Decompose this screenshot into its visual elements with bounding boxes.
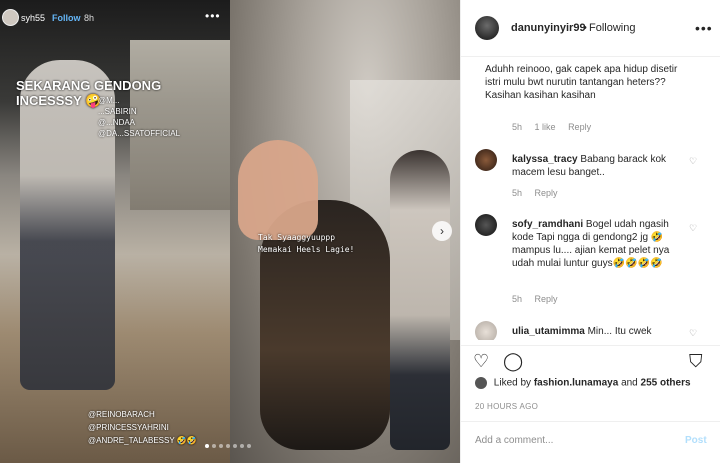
author-username[interactable]: danunyinyir99 <box>511 22 586 34</box>
hand-figure <box>238 140 318 240</box>
story-screenshot-left: syh55 Follow 8h ••• SEKARANG GENDONG INC… <box>0 0 230 463</box>
story-time: 8h <box>84 13 95 23</box>
comment-meta: 5h 1 like Reply <box>512 122 601 132</box>
story-avatar[interactable] <box>2 9 19 26</box>
comment-username[interactable]: kalyssa_tracy <box>512 154 578 165</box>
story-tag: ...SABIRIN <box>98 107 137 116</box>
carousel-dot <box>247 444 251 448</box>
post-time-ago: 20 HOURS AGO <box>475 402 539 411</box>
carousel-dot <box>205 444 209 448</box>
post-header: danunyinyir99 • Following ••• <box>461 0 720 57</box>
carousel-dot <box>240 444 244 448</box>
comment-meta: 5h Reply <box>512 188 568 198</box>
carousel-dot <box>212 444 216 448</box>
more-options-icon[interactable]: ••• <box>695 20 713 36</box>
comment-heart-icon[interactable]: ♡ <box>689 328 697 339</box>
likes-summary: Liked by fashion.lunamaya and 255 others <box>475 377 691 389</box>
comment-username[interactable]: ulia_utamimma <box>512 326 585 337</box>
add-comment-input[interactable]: Add a comment... <box>475 435 553 446</box>
right-caption-line: Memakai Heels Lagie! <box>258 245 355 254</box>
carousel-dot <box>233 444 237 448</box>
story-tag: @DA...SSATOFFICIAL <box>98 129 181 138</box>
story-follow-link[interactable]: Follow <box>52 13 81 23</box>
post-media[interactable]: syh55 Follow 8h ••• SEKARANG GENDONG INC… <box>0 0 460 463</box>
post-comment-button[interactable]: Post <box>685 435 707 446</box>
avatar[interactable] <box>475 214 497 236</box>
story-bottom-tags: @REINOBARACH @PRINCESSYAHRINI @ANDRE_TAL… <box>88 408 230 447</box>
comment-text: ulia_utamimma Min... Itu cwek <box>512 325 682 338</box>
liker-avatar[interactable] <box>475 377 487 389</box>
story-tag: @M... <box>98 96 120 105</box>
story-username[interactable]: syh55 <box>21 13 45 23</box>
comment-text: Aduhh reinooo, gak capek apa hidup diset… <box>485 64 678 101</box>
carousel-dot <box>226 444 230 448</box>
add-comment-bar: Add a comment... Post <box>461 421 720 464</box>
save-bookmark-icon[interactable]: ⛉ <box>689 351 703 372</box>
comment-time: 5h <box>512 188 523 198</box>
story-tag: @...NDAA <box>98 118 136 127</box>
comment-heart-icon[interactable]: ♡ <box>689 223 697 234</box>
story-bottom-tag: @REINOBARACH @PRINCESSYAHRINI <box>88 410 169 432</box>
comments-list[interactable]: Aduhh reinooo, gak capek apa hidup diset… <box>461 57 720 340</box>
story-topbar: syh55 Follow 8h ••• <box>0 0 230 34</box>
walking-man-figure <box>390 150 450 450</box>
comment-likes[interactable]: 1 like <box>535 122 556 132</box>
comment-username[interactable]: sofy_ramdhani <box>512 219 583 230</box>
story-more-icon[interactable]: ••• <box>205 9 221 23</box>
story-tags: @M... ...SABIRIN @...NDAA @DA...SSATOFFI… <box>98 95 228 139</box>
comment-time: 5h <box>512 294 523 304</box>
carousel-dot <box>219 444 223 448</box>
comment-meta: 5h Reply <box>512 294 568 304</box>
liker-username[interactable]: fashion.lunamaya <box>534 378 618 389</box>
avatar[interactable] <box>475 149 497 171</box>
avatar[interactable] <box>475 321 497 340</box>
comment-reply[interactable]: Reply <box>535 188 558 198</box>
comment-text: sofy_ramdhani Bogel udah ngasih kode Tap… <box>512 218 684 270</box>
likes-and: and <box>621 377 638 389</box>
comment-time: 5h <box>512 122 523 132</box>
likes-prefix: Liked by <box>493 377 532 389</box>
right-caption: Tak Syaaggyuuppp Memakai Heels Lagie! <box>258 232 354 256</box>
carousel-dots <box>205 444 251 448</box>
comment-reply[interactable]: Reply <box>535 294 558 304</box>
right-caption-line: Tak Syaaggyuuppp <box>258 233 336 242</box>
post-sidebar: danunyinyir99 • Following ••• Aduhh rein… <box>460 0 720 463</box>
comment-heart-icon[interactable]: ♡ <box>689 156 697 167</box>
comment-text: kalyssa_tracy Babang barack kok macem le… <box>512 153 682 179</box>
likes-others[interactable]: 255 others <box>641 378 691 389</box>
comment-body: Min... Itu cwek <box>587 326 652 337</box>
comment-bubble-icon[interactable]: ◯ <box>503 351 523 372</box>
comment-reply[interactable]: Reply <box>568 122 591 132</box>
like-heart-icon[interactable]: ♡ <box>473 351 489 372</box>
header-separator: • <box>583 22 587 34</box>
next-arrow-icon[interactable]: › <box>432 221 452 241</box>
post-actions: ♡ ◯ ⛉ <box>461 345 720 376</box>
following-button[interactable]: Following <box>589 22 635 34</box>
author-avatar[interactable] <box>475 16 499 40</box>
